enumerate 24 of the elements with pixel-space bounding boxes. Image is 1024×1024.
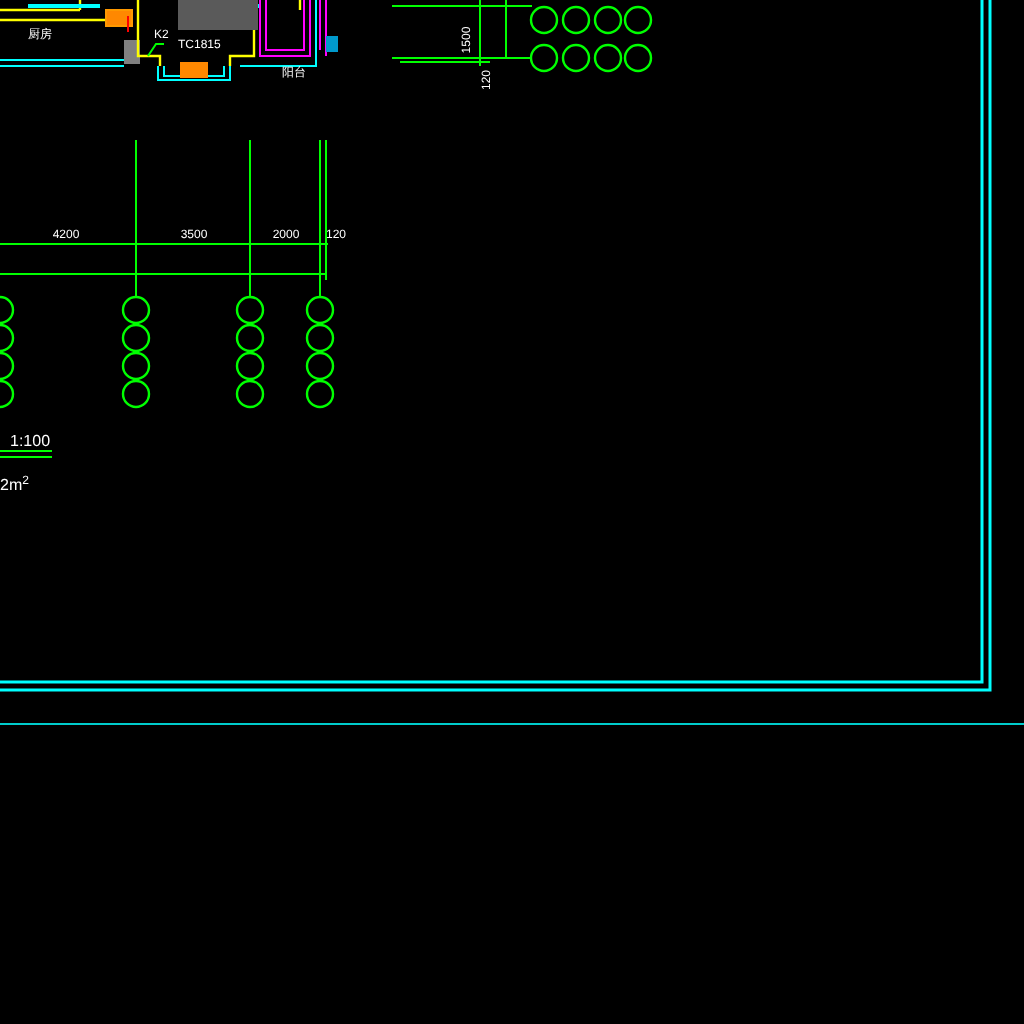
grid-bubble [305,351,335,381]
label-bubble [561,43,591,73]
grid-bubble [121,379,151,409]
grid-bubble [235,379,265,409]
grid-bubble [121,323,151,353]
scale-underline [0,450,53,458]
grid-bubble [235,295,265,325]
label-bubble [529,43,559,73]
label-bubble [561,5,591,35]
dimension-lines [391,0,533,67]
grid-bubble [305,323,335,353]
grid-bubble [235,323,265,353]
grid-bubble [235,351,265,381]
label-bubble [593,43,623,73]
label-bubble [529,5,559,35]
area-label: 2m$^{2}$ [0,474,29,494]
label-bubble [623,43,653,73]
grid-bubble [121,351,151,381]
grid-bubble [305,379,335,409]
scale-label: 1:100 [10,432,51,450]
grid-bubble [305,295,335,325]
grid-bubble [121,295,151,325]
label-bubble [593,5,623,35]
label-bubble [623,5,653,35]
